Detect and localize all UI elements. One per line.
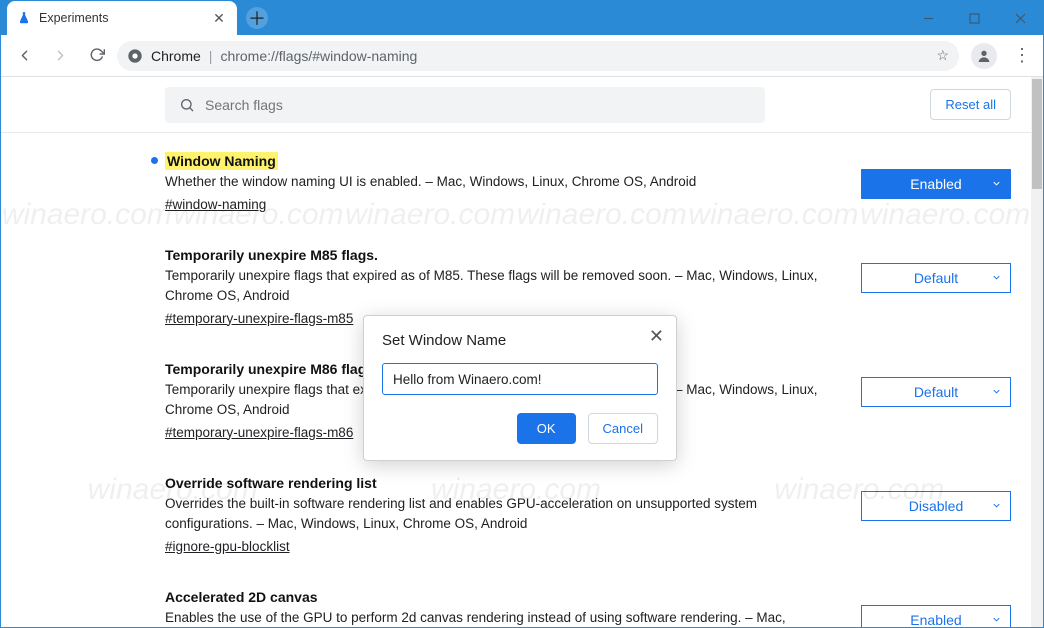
forward-button[interactable] xyxy=(45,41,75,71)
flag-state-label: Enabled xyxy=(910,612,961,627)
flag-hash-link[interactable]: #temporary-unexpire-flags-m85 xyxy=(165,309,353,329)
flag-state-select[interactable]: Default xyxy=(861,377,1011,407)
flag-hash-link[interactable]: #ignore-gpu-blocklist xyxy=(165,537,290,557)
flag-state-label: Disabled xyxy=(909,498,963,514)
search-row: Reset all xyxy=(1,77,1031,133)
flag-state-label: Default xyxy=(914,384,958,400)
window-maximize-button[interactable] xyxy=(951,1,997,35)
browser-tab[interactable]: Experiments ✕ xyxy=(7,1,237,35)
flag-title: Temporarily unexpire M85 flags. xyxy=(165,247,378,263)
flag-hash-link[interactable]: #window-naming xyxy=(165,195,266,215)
chrome-icon xyxy=(127,48,143,64)
titlebar: Experiments ✕ ＋ xyxy=(1,1,1043,35)
flag-text: Window Naming Whether the window naming U… xyxy=(165,151,841,215)
new-tab-button[interactable]: ＋ xyxy=(243,1,271,35)
flag-state-select[interactable]: Enabled xyxy=(861,605,1011,627)
flag-text: Override software rendering list Override… xyxy=(165,473,841,557)
flag-description: Whether the window naming UI is enabled.… xyxy=(165,174,696,189)
window-minimize-button[interactable] xyxy=(905,1,951,35)
scrollbar[interactable] xyxy=(1031,77,1043,627)
url-text: chrome://flags/#window-naming xyxy=(220,48,417,64)
flag-description: Overrides the built-in software renderin… xyxy=(165,496,757,531)
flag-description: Temporarily unexpire flags that expired … xyxy=(165,268,818,303)
flag-item: Override software rendering list Override… xyxy=(165,473,1011,557)
flag-hash-link[interactable]: #temporary-unexpire-flags-m86 xyxy=(165,423,353,443)
flag-title: Accelerated 2D canvas xyxy=(165,589,318,605)
address-bar[interactable]: Chrome | chrome://flags/#window-naming ☆ xyxy=(117,41,959,71)
search-flags-input[interactable] xyxy=(205,97,751,113)
search-icon xyxy=(179,97,195,113)
flag-title: Temporarily unexpire M86 flags. xyxy=(165,361,378,377)
toolbar: Chrome | chrome://flags/#window-naming ☆… xyxy=(1,35,1043,77)
dialog-close-icon[interactable]: ✕ xyxy=(649,326,664,347)
flag-item: Accelerated 2D canvas Enables the use of … xyxy=(165,587,1011,627)
reload-button[interactable] xyxy=(81,41,111,71)
dialog-title: Set Window Name xyxy=(382,332,658,349)
back-button[interactable] xyxy=(9,41,39,71)
modified-indicator-icon xyxy=(151,157,158,164)
flag-state-label: Enabled xyxy=(910,176,961,192)
flask-icon xyxy=(17,11,31,25)
reset-all-button[interactable]: Reset all xyxy=(930,89,1011,120)
flag-text: Accelerated 2D canvas Enables the use of … xyxy=(165,587,841,627)
flag-title: Window Naming xyxy=(165,152,278,170)
chevron-down-icon xyxy=(991,176,1002,192)
tab-close-icon[interactable]: ✕ xyxy=(211,10,227,26)
flag-state-select[interactable]: Enabled xyxy=(861,169,1011,199)
ok-button[interactable]: OK xyxy=(517,413,576,444)
cancel-button[interactable]: Cancel xyxy=(588,413,658,444)
flag-title: Override software rendering list xyxy=(165,475,377,491)
url-divider: | xyxy=(209,48,213,64)
flag-item: Window Naming Whether the window naming U… xyxy=(165,151,1011,215)
flag-state-select[interactable]: Disabled xyxy=(861,491,1011,521)
url-prefix: Chrome xyxy=(151,48,201,64)
flag-description: Enables the use of the GPU to perform 2d… xyxy=(165,610,786,627)
chevron-down-icon xyxy=(991,384,1002,400)
chevron-down-icon xyxy=(991,270,1002,286)
tab-title: Experiments xyxy=(39,11,203,25)
profile-avatar[interactable] xyxy=(971,43,997,69)
window-name-input[interactable] xyxy=(382,363,658,395)
flag-state-label: Default xyxy=(914,270,958,286)
chevron-down-icon xyxy=(991,612,1002,627)
set-window-name-dialog: ✕ Set Window Name OK Cancel xyxy=(363,315,677,461)
chevron-down-icon xyxy=(991,498,1002,514)
flag-state-select[interactable]: Default xyxy=(861,263,1011,293)
search-flags-box[interactable] xyxy=(165,87,765,123)
plus-icon: ＋ xyxy=(246,7,268,29)
scrollbar-thumb[interactable] xyxy=(1032,79,1042,189)
menu-button[interactable]: ⋮ xyxy=(1009,45,1035,66)
bookmark-star-icon[interactable]: ☆ xyxy=(936,47,949,64)
window-close-button[interactable] xyxy=(997,1,1043,35)
